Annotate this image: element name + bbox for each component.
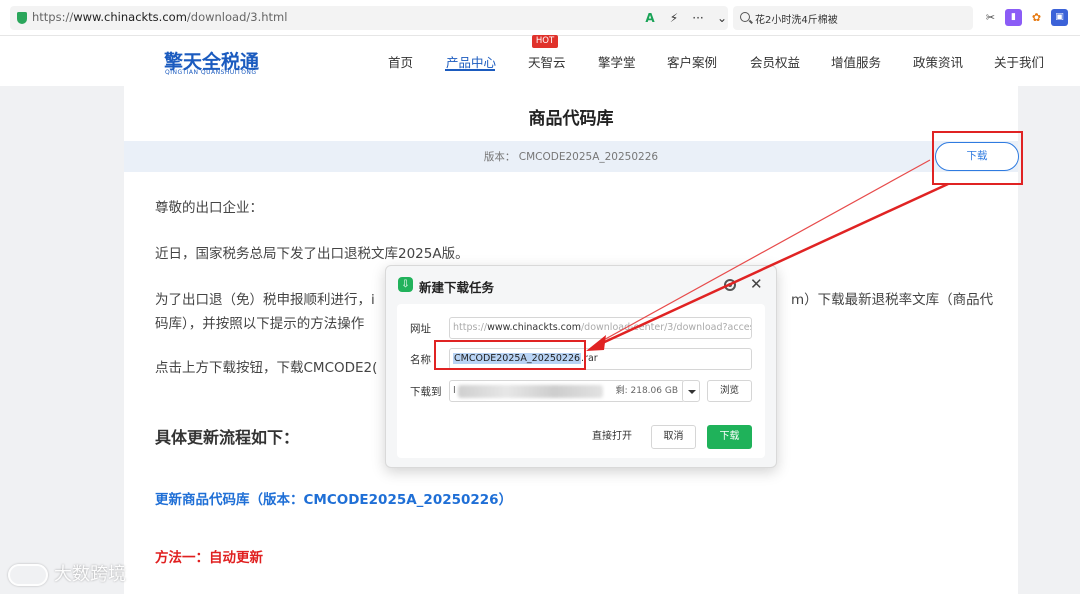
method-one-heading: 方法一：自动更新 (155, 550, 263, 566)
active-nav-underline (445, 69, 495, 71)
page-title: 商品代码库 (528, 109, 614, 129)
address-bar[interactable]: https://www.chinackts.com/download/3.htm… (10, 6, 728, 30)
settings-icon[interactable] (724, 279, 736, 291)
free-space-text: 剩: 218.06 GB (615, 386, 678, 396)
more-icon[interactable]: ··· (686, 9, 710, 27)
instruction-text-2: 码库），并按照以下提示的方法操作 (155, 316, 365, 332)
path-prefix: I (453, 385, 456, 396)
notice-text: 近日，国家税务总局下发了出口退税文库2025A版。 (155, 246, 469, 262)
update-code-library-link[interactable]: 更新商品代码库（版本：CMCODE2025A_20250226） (155, 488, 512, 508)
close-icon[interactable]: ✕ (750, 275, 763, 293)
open-directly-button[interactable]: 直接打开 (583, 425, 641, 449)
dialog-title: 新建下载任务 (419, 280, 495, 295)
nav-item-policy[interactable]: 政策资讯 (913, 52, 963, 71)
browser-toolbar: https://www.chinackts.com/download/3.htm… (0, 0, 1080, 36)
nav-item-home[interactable]: 首页 (388, 52, 413, 71)
version-text: 版本： CMCODE2025A_20250226 (483, 151, 659, 163)
read-aloud-icon[interactable]: A (638, 9, 662, 27)
greeting-text: 尊敬的出口企业： (155, 200, 263, 216)
browser-search-box[interactable]: 花2小时洗4斤棉被 (733, 6, 973, 30)
browse-button[interactable]: 浏览 (707, 380, 752, 402)
extension-icons: ✂ ▮ ✿ ▣ (982, 9, 1068, 26)
scissors-icon[interactable]: ✂ (982, 9, 999, 26)
dialog-body: 网址 https://www.chinackts.com/download-ce… (397, 304, 765, 458)
hot-badge: HOT (532, 35, 558, 48)
chevron-down-icon[interactable]: ⌄ (710, 9, 734, 27)
url-label: 网址 (410, 323, 431, 335)
watermark: 大数跨境 (8, 560, 126, 586)
name-label: 名称 (410, 354, 431, 366)
download-hint-text: 点击上方下载按钮，下载CMCODE2( (155, 360, 378, 376)
highlight-download-button (932, 131, 1023, 185)
download-app-icon: ⇩ (398, 277, 413, 292)
dialog-header: ⇩ 新建下载任务 ✕ (386, 266, 776, 304)
boost-icon[interactable]: ⚡ (662, 9, 686, 27)
instruction-text-1b: m）下载最新退税率文库（商品代 (791, 292, 994, 308)
nav-item-membership[interactable]: 会员权益 (750, 52, 800, 71)
nav-item-services[interactable]: 增值服务 (831, 52, 881, 71)
url-field[interactable]: https://www.chinackts.com/download-cente… (449, 317, 752, 339)
instruction-text-1: 为了出口退（免）税申报顺利进行，i (155, 292, 375, 308)
version-bar: 版本： CMCODE2025A_20250226 (124, 141, 1018, 172)
search-text: 花2小时洗4斤棉被 (755, 15, 838, 26)
steps-heading: 具体更新流程如下： (155, 428, 300, 447)
save-path-field[interactable]: I 剩: 218.06 GB (449, 380, 685, 402)
highlight-filename (434, 340, 586, 370)
nav-item-tianzhiyun[interactable]: 天智云 (528, 52, 566, 71)
nav-item-about[interactable]: 关于我们 (994, 52, 1044, 71)
path-dropdown-arrow[interactable] (682, 380, 700, 402)
app-extension-icon[interactable]: ▣ (1051, 9, 1068, 26)
confirm-download-button[interactable]: 下载 (707, 425, 752, 449)
security-shield-icon (17, 12, 27, 24)
save-to-label: 下载到 (410, 386, 442, 398)
nav-item-cases[interactable]: 客户案例 (667, 52, 717, 71)
address-bar-actions: A ⚡ ··· ⌄ (638, 9, 734, 27)
blurred-path (458, 385, 603, 398)
cancel-button[interactable]: 取消 (651, 425, 696, 449)
nav-item-academy[interactable]: 擎学堂 (598, 52, 636, 71)
search-icon (740, 12, 750, 22)
site-logo-subtitle: QINGTIAN QUANSHUITONG (165, 69, 257, 76)
address-text: https://www.chinackts.com/download/3.htm… (32, 10, 288, 24)
watermark-logo-icon (8, 564, 48, 586)
screen: https://www.chinackts.com/download/3.htm… (0, 0, 1080, 594)
gamepad-icon[interactable]: ✿ (1028, 9, 1045, 26)
notebook-extension-icon[interactable]: ▮ (1005, 9, 1022, 26)
